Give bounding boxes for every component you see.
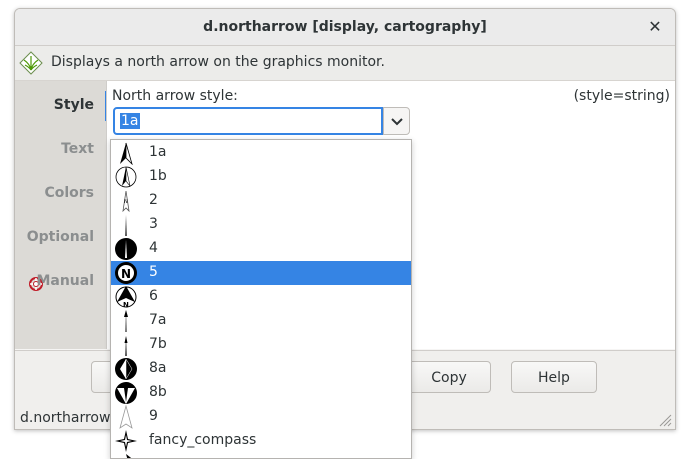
help-button[interactable]: Help [511,361,597,393]
arrow-6-icon: N [115,286,137,309]
list-item-label: 1a [149,144,167,160]
arrow-5-icon: N [115,262,137,284]
list-item-6[interactable]: N 6 [111,285,411,309]
tab-style[interactable]: Style [15,91,106,121]
arrow-8a-icon [115,358,137,380]
title-bar: d.northarrow [display, cartography] ✕ [15,9,675,46]
arrow-9-icon [119,405,133,429]
close-button[interactable]: ✕ [645,17,665,37]
list-item-label: fancy_compass [149,432,257,448]
tab-optional[interactable]: Optional [15,223,106,253]
resize-grip-icon[interactable] [656,411,672,427]
style-combo-value: 1a [120,113,140,129]
list-item-4[interactable]: 4 [111,237,411,261]
list-item-label: 8b [149,384,167,400]
list-item-8a[interactable]: 8a [111,357,411,381]
style-field-label: North arrow style: [112,88,238,104]
svg-text:N: N [121,267,131,281]
arrow-1b-icon [115,166,137,188]
list-item-label: 7b [149,336,167,352]
tab-label: Text [61,141,94,157]
list-item-label: 9 [149,408,158,424]
arrow-8b-icon [115,382,137,404]
list-item-label: 7a [149,312,167,328]
module-description: Displays a north arrow on the graphics m… [51,54,385,70]
arrow-2-icon: N [122,190,130,213]
style-combo-input[interactable]: 1a [113,107,383,135]
list-item-8b[interactable]: 8b [111,381,411,405]
list-item-label: 4 [149,240,158,256]
list-item-2[interactable]: N 2 [111,189,411,213]
status-bar-text: d.northarrow [20,410,111,426]
sidebar: Style Text Colors Optional Manual [15,81,106,349]
svg-text:N: N [124,199,128,205]
tab-label: Optional [26,229,94,245]
compass-icon [126,454,132,458]
list-item-fancy-compass[interactable]: fancy_compass [111,429,411,453]
tab-label: Colors [44,185,94,201]
list-item-label: 1b [149,168,167,184]
arrow-7b-icon [124,336,128,356]
list-item-1b[interactable]: 1b [111,165,411,189]
arrow-1a-icon [120,142,133,165]
tab-colors[interactable]: Colors [15,179,106,209]
chevron-down-icon [391,118,403,126]
list-item-9[interactable]: 9 [111,405,411,429]
list-item-3[interactable]: 3 [111,213,411,237]
arrow-7a-icon [124,310,128,332]
description-bar: Displays a north arrow on the graphics m… [15,46,675,81]
list-item-5[interactable]: N 5 [111,261,411,285]
list-item-7b[interactable]: 7b [111,333,411,357]
style-dropdown-list: 1a 1b N 2 3 4 N 5 N 6 7a 7b 8a 8b 9 fanc… [110,139,412,459]
tab-label: Style [53,97,94,113]
list-item-label: 8a [149,360,167,376]
list-item-partial[interactable] [111,453,411,458]
arrow-3-icon [125,215,127,236]
tab-text[interactable]: Text [15,135,106,165]
list-item-label: 5 [149,264,158,280]
style-field-hint: (style=string) [573,88,670,104]
list-item-1a[interactable]: 1a [111,141,411,165]
arrow-4-icon [115,238,137,260]
grass-logo-icon [19,51,43,75]
style-combo-toggle-button[interactable] [383,107,410,135]
tab-label: Manual [36,273,94,289]
copy-button[interactable]: Copy [407,361,491,393]
list-item-label: 3 [149,216,158,232]
list-item-label: 6 [149,288,158,304]
list-item-7a[interactable]: 7a [111,309,411,333]
svg-text:N: N [123,301,129,309]
window-title: d.northarrow [display, cartography] [203,19,487,35]
list-item-label: 2 [149,192,158,208]
fancy-compass-icon [115,430,137,452]
tab-manual[interactable]: Manual [15,267,106,297]
